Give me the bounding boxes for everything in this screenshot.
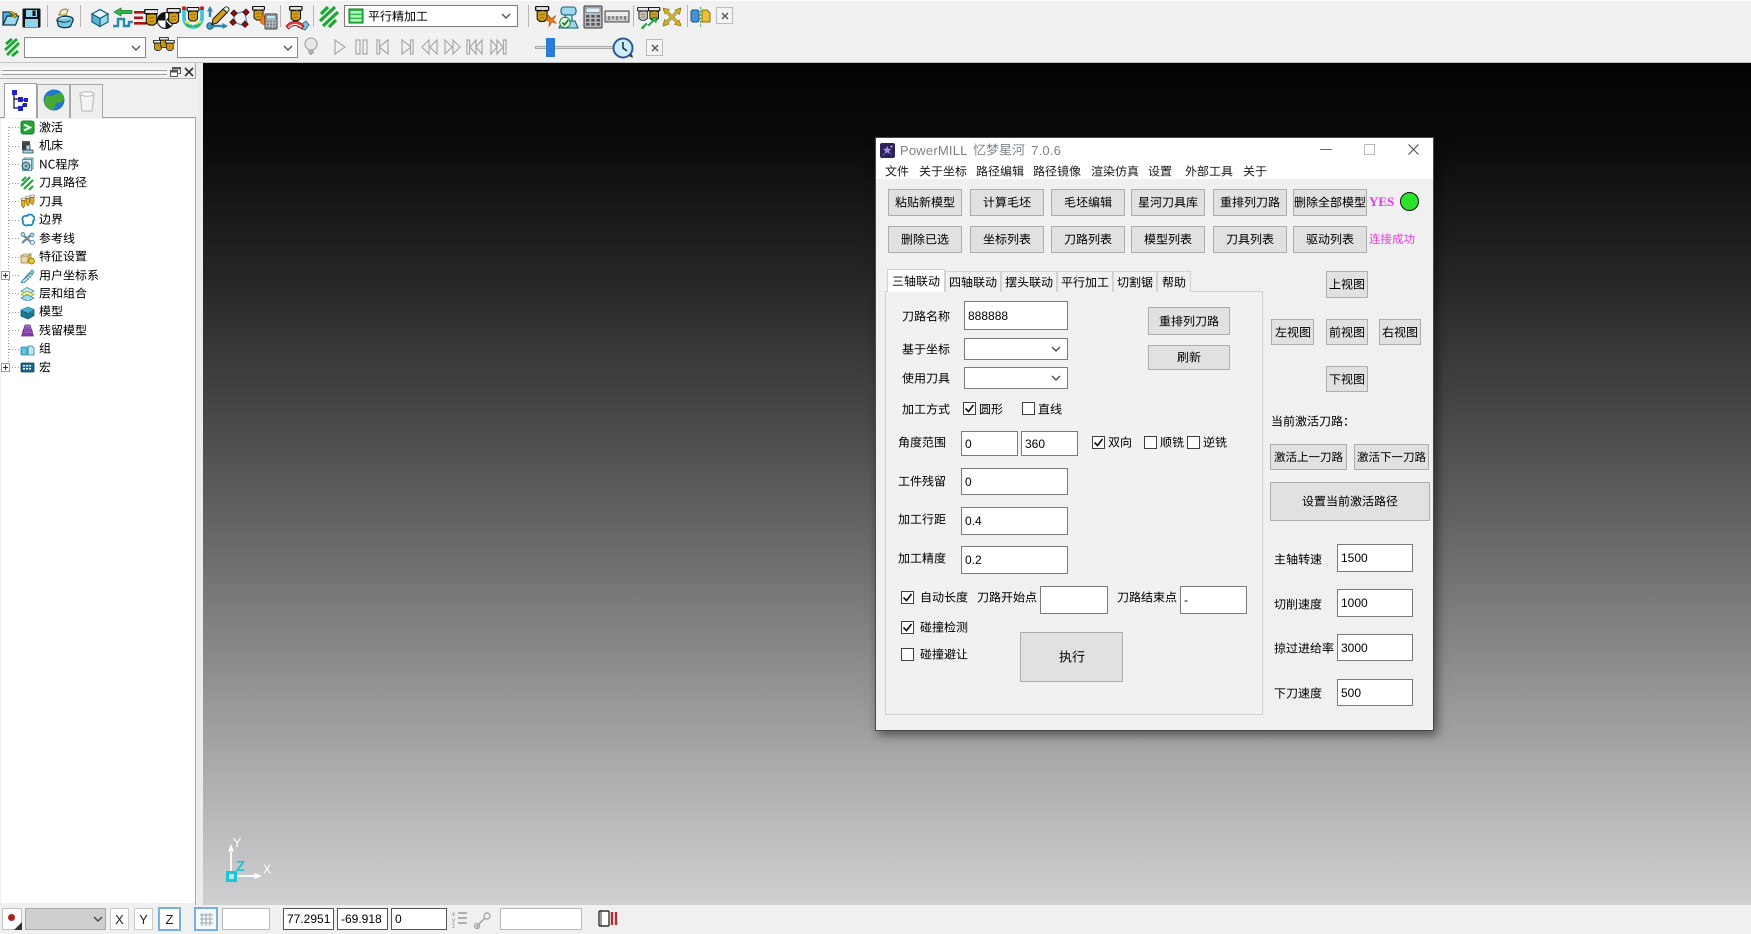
svg-text:X: X — [263, 863, 272, 877]
svg-text:z: z — [452, 924, 455, 928]
svg-text:Z: Z — [236, 859, 245, 875]
svg-text:Y: Y — [233, 836, 242, 850]
